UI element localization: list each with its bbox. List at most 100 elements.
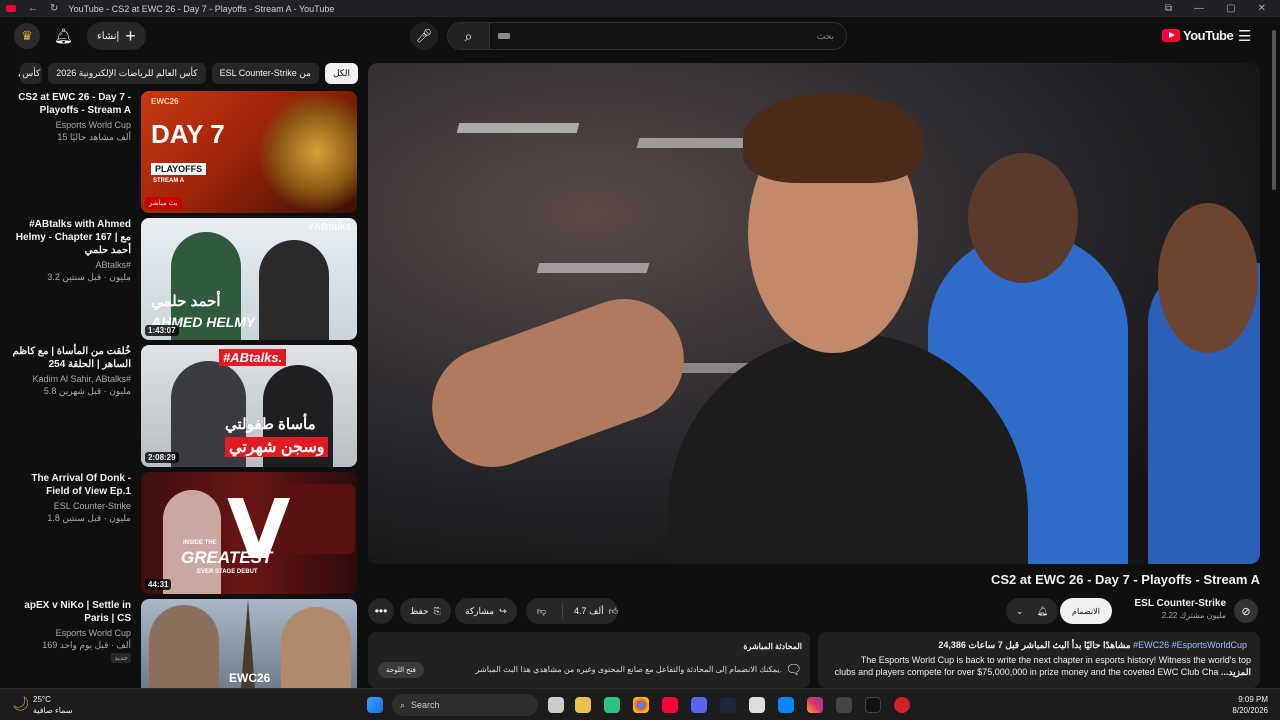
app-green-icon[interactable] — [604, 697, 620, 713]
background-person-head — [968, 153, 1078, 283]
rec-channel[interactable]: ESL Counter-Strike — [10, 501, 131, 511]
thumb-arabic-name: أحمد حلمي — [151, 293, 221, 310]
taskbar-search[interactable]: ⌕ Search — [392, 694, 538, 716]
thumbs-down-icon: 👎︎ — [537, 605, 547, 616]
channel-avatar[interactable]: ⊘ — [1234, 599, 1258, 623]
extensions-icon[interactable]: ⧉ — [1165, 3, 1172, 14]
rec-channel[interactable]: ABtalks# — [10, 260, 131, 270]
rec-title[interactable]: CS2 at EWC 26 - Day 7 - Playoffs - Strea… — [10, 91, 131, 117]
video-title: CS2 at EWC 26 - Day 7 - Playoffs - Strea… — [991, 572, 1260, 587]
description-box[interactable]: 24,386 مشاهدًا حاليًا بدأ البث المباشر ق… — [818, 632, 1260, 688]
main-person-hair — [743, 93, 923, 183]
rec-channel[interactable]: Kadim Al Sahir, ABtalks# — [10, 374, 131, 384]
back-icon[interactable]: ← — [28, 3, 38, 14]
search-input[interactable]: بحث — [817, 31, 834, 42]
rec-thumbnail[interactable]: V INSIDE THE GREATEST EVER STAGE DEBUT 4… — [141, 472, 357, 594]
like-button[interactable]: 4.7 ألف 👍︎ — [568, 606, 618, 617]
video-player[interactable] — [368, 63, 1260, 564]
chip-cut[interactable]: كأس — [20, 62, 43, 84]
tiktok-icon[interactable] — [865, 697, 881, 713]
more-link[interactable]: ...المزيد — [1221, 667, 1251, 677]
file-explorer-icon[interactable] — [575, 697, 591, 713]
rec-title[interactable]: The Arrival Of Donk - Field of View Ep.1 — [10, 472, 131, 498]
chat-icon: 🗨︎ — [785, 662, 802, 677]
channel-name[interactable]: ESL Counter-Strike — [1135, 598, 1227, 609]
minimize-icon[interactable]: — — [1194, 3, 1204, 14]
notifications-bell-icon[interactable]: 🔔︎ — [54, 27, 73, 45]
rec-title[interactable]: خُلقت من المأساة | مع كاظم الساهر | الحل… — [10, 345, 131, 371]
rec-channel[interactable]: Esports World Cup — [10, 120, 131, 130]
search-button[interactable]: ⌕ — [448, 23, 490, 49]
chip-all[interactable]: الكل — [324, 62, 358, 84]
task-view-icon[interactable] — [548, 697, 564, 713]
thumb-line3: EVER STAGE DEBUT — [197, 569, 258, 575]
opera-icon[interactable] — [894, 697, 910, 713]
rec-thumbnail[interactable]: #ABtalks. مأساة طفولتي وسجن شهرتي 2:08:2… — [141, 345, 357, 467]
discord-icon[interactable] — [691, 697, 707, 713]
maximize-icon[interactable]: ▢ — [1226, 3, 1235, 14]
rec-item[interactable]: The Arrival Of Donk - Field of View Ep.1… — [10, 472, 360, 594]
rec-title[interactable]: apEX v NiKo | Settle in Paris | CS — [10, 599, 131, 625]
dislike-button[interactable]: 👎︎ — [526, 606, 557, 617]
app-blue-icon[interactable] — [778, 697, 794, 713]
notifications-pill[interactable]: ⌄ 🔔︎ — [1006, 598, 1058, 624]
rec-thumbnail[interactable]: #ABtalks أحمد حلمي AHMED HELMY 1:43:07 — [141, 218, 357, 340]
thumb-stream: STREAM A — [153, 178, 185, 184]
save-label: حفظ — [410, 605, 429, 616]
trophy-image — [257, 91, 357, 213]
more-actions-button[interactable]: ••• — [368, 598, 394, 624]
browser-nav: ← ↻ — [28, 3, 58, 14]
rec-thumbnail[interactable]: EWC26 DAY 7 PLAYOFFS STREAM A بث مباشر — [141, 91, 357, 213]
thumb-tag: #ABtalks — [308, 222, 351, 233]
keyboard-icon[interactable] — [498, 33, 510, 39]
video-actions: ••• حفظ ⎘ مشاركة ↪ 👎︎ 4.7 ألف 👍︎ ⌄ 🔔︎ ال… — [368, 598, 1260, 624]
description-tags[interactable]: #EWC26 #EsportsWorldCup — [1133, 640, 1247, 650]
account-avatar[interactable]: ♛ — [14, 23, 40, 49]
youtube-app-icon[interactable] — [662, 697, 678, 713]
rec-info: خُلقت من المأساة | مع كاظم الساهر | الحل… — [10, 345, 136, 467]
page-scrollbar[interactable] — [1272, 30, 1276, 190]
youtube-play-icon — [1162, 29, 1180, 42]
save-button[interactable]: حفظ ⎘ — [400, 598, 451, 624]
weather-desc: سماء صافية — [33, 706, 73, 715]
create-button[interactable]: إنشاء + — [87, 22, 146, 50]
settings-gear-icon[interactable] — [836, 697, 852, 713]
clock[interactable]: 9:09 PM 8/20/2026 — [1232, 694, 1268, 716]
close-icon[interactable]: ✕ — [1258, 3, 1266, 14]
rec-thumbnail[interactable]: EWC26 — [141, 599, 357, 688]
player-right-figure — [281, 607, 351, 688]
rec-item[interactable]: apEX v NiKo | Settle in Paris | CS Espor… — [10, 599, 360, 688]
open-panel-button[interactable]: فتح اللوحة — [378, 662, 425, 678]
weather-widget[interactable]: 25°C سماء صافية — [33, 694, 73, 716]
rec-item[interactable]: خُلقت من المأساة | مع كاظم الساهر | الحل… — [10, 345, 360, 467]
rec-channel[interactable]: Esports World Cup — [10, 628, 131, 638]
browser-titlebar: ← ↻ YouTube - CS2 at EWC 26 - Day 7 - Pl… — [0, 0, 1280, 17]
voice-search-mic-icon[interactable]: 🎤︎ — [410, 22, 438, 50]
app-white-icon[interactable] — [749, 697, 765, 713]
chip-from-channel[interactable]: من ESL Counter-Strike — [211, 62, 319, 84]
clock-time: 9:09 PM — [1238, 695, 1268, 704]
clock-date: 8/20/2026 — [1232, 706, 1268, 715]
rec-item[interactable]: CS2 at EWC 26 - Day 7 - Playoffs - Strea… — [10, 91, 360, 213]
rec-meta: 5.8 مليون · قبل شهرين — [43, 386, 131, 396]
youtube-logo[interactable]: YouTube — [1162, 28, 1234, 43]
search-box[interactable]: ⌕ بحث — [447, 22, 847, 50]
start-windows-icon[interactable] — [367, 697, 383, 713]
description-line2-wrap: clubs and players compete for over $75,0… — [827, 666, 1251, 678]
instagram-icon[interactable] — [807, 697, 823, 713]
divider — [562, 603, 564, 619]
rec-item[interactable]: #ABtalks with Ahmed Helmy - Chapter 167 … — [10, 218, 360, 340]
search-icon: ⌕ — [400, 699, 406, 710]
chip-ewc[interactable]: كأس العالم للرياضات الإلكترونية 2026 — [48, 62, 206, 84]
rec-title[interactable]: #ABtalks with Ahmed Helmy - Chapter 167 … — [10, 218, 131, 257]
join-button[interactable]: الانضمام — [1060, 598, 1112, 624]
chrome-icon[interactable] — [633, 697, 649, 713]
reload-icon[interactable]: ↻ — [50, 3, 58, 14]
window-title: YouTube - CS2 at EWC 26 - Day 7 - Playof… — [68, 3, 335, 14]
guide-menu-icon[interactable]: ☰ — [1238, 27, 1251, 45]
steam-icon[interactable] — [720, 697, 736, 713]
live-badge: بث مباشر — [145, 197, 182, 209]
share-button[interactable]: مشاركة ↪ — [455, 598, 517, 624]
thumb-line1: مأساة طفولتي — [225, 416, 316, 433]
new-badge: جديد — [111, 653, 131, 663]
